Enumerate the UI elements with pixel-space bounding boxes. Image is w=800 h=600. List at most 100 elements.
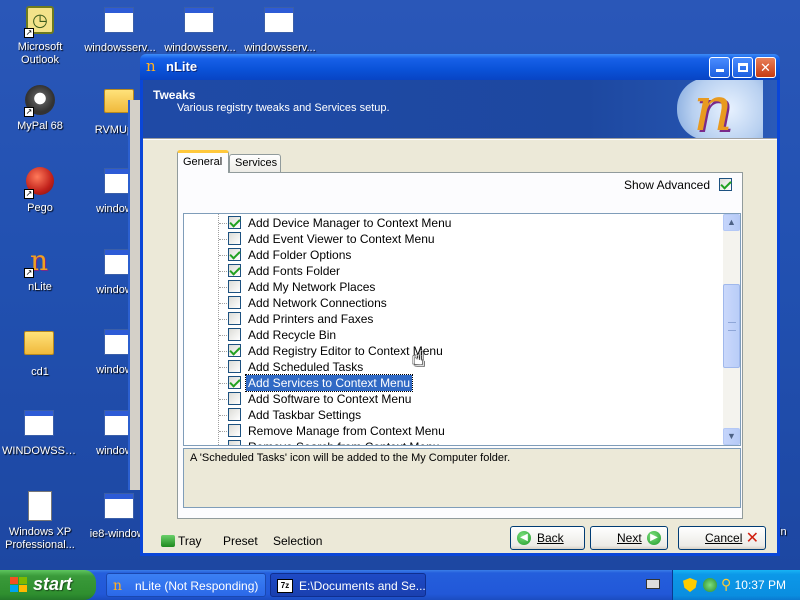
tree-item[interactable]: Add Printers and Faxes [184,311,724,327]
tree-branch-line [219,255,227,256]
checkbox-unchecked[interactable] [228,232,241,245]
back-button[interactable]: ◀ Back [510,526,585,550]
window-title: nLite [166,59,198,74]
taskbar: start n nLite (Not Responding) 7z E:\Doc… [0,570,800,600]
checkbox-unchecked[interactable] [228,408,241,421]
maximize-button[interactable] [732,57,753,78]
close-icon: ✕ [760,60,771,75]
tree-item[interactable]: Add Folder Options [184,247,724,263]
tree-item[interactable]: Add Device Manager to Context Menu [184,215,724,231]
desktop-icon-mypal[interactable]: ↗ MyPal 68 [0,84,80,133]
desktop-icon-label: nLite [28,281,52,293]
scroll-up-button[interactable]: ▲ [723,214,740,231]
next-button[interactable]: Next ▶ [590,526,668,550]
tree-item[interactable]: Add Recycle Bin [184,327,724,343]
tree-branch-line [219,303,227,304]
minimize-button[interactable] [709,57,730,78]
taskbar-item-explorer[interactable]: 7z E:\Documents and Se... [270,573,426,597]
tree-item[interactable]: Add Registry Editor to Context Menu [184,343,724,359]
title-bar[interactable]: n nLite ✕ [140,54,780,80]
checkbox-checked[interactable] [228,248,241,261]
hand-cursor-icon: ☝ [412,346,426,371]
scroll-thumb[interactable] [723,284,740,368]
back-label: Back [537,531,564,545]
checkbox-unchecked[interactable] [228,424,241,437]
page-title: Tweaks [153,88,196,102]
tree-item-label: Add My Network Places [248,280,376,294]
desktop-icon-label: cd1 [31,366,49,378]
desktop-icon-outlook[interactable]: ◷ ↗ Microsoft Outlook [0,4,80,67]
tree-item[interactable]: Add Taskbar Settings [184,407,724,423]
tree-branch-line [219,431,227,432]
desktop-icon-windowsserv-2[interactable]: windowsserv... [160,4,240,55]
tree-item[interactable]: Add Scheduled Tasks [184,359,724,375]
checkbox-checked[interactable] [228,216,241,229]
tree-item[interactable]: Remove Manage from Context Menu [184,423,724,439]
tree-item[interactable]: Add Fonts Folder [184,263,724,279]
checkbox-checked[interactable] [228,376,241,389]
windows-flag-icon [10,577,28,593]
desktop-icon-pego[interactable]: ↗ Pego [0,165,80,215]
checkbox-checked[interactable] [228,344,241,357]
cancel-button[interactable]: Cancel ✕ [678,526,766,550]
checkbox-unchecked[interactable] [228,360,241,373]
desktop-icon-label: Pego [27,202,53,214]
tree-item-label: Remove Search from Context Menu [246,439,441,445]
checkbox-unchecked[interactable] [228,328,241,341]
tree-item[interactable]: Add Software to Context Menu [184,391,724,407]
nlite-app-icon: n [146,57,156,75]
desktop-icon-nlite[interactable]: n ↗ nLite [0,246,80,294]
tree-item-label: Add Services to Context Menu [244,374,414,392]
taskbar-item-nlite[interactable]: n nLite (Not Responding) [106,573,266,597]
tree-branch-line [219,335,227,336]
tree-item[interactable]: Add My Network Places [184,279,724,295]
tree-item-label: Add Software to Context Menu [248,392,412,406]
checkbox-unchecked[interactable] [228,280,241,293]
desktop-icon-windowsserv-3[interactable]: windowsserv... [240,4,320,55]
tree-branch-line [219,271,227,272]
tab-general[interactable]: General [177,150,229,173]
clock[interactable]: 10:37 PM [735,578,786,592]
taskbar-item-label: nLite (Not Responding) [135,579,259,593]
7zip-icon: 7z [277,579,293,593]
tree-item-label: Add Taskbar Settings [248,408,362,422]
desktop-icon-windows-xp[interactable]: Windows XP Professional... [0,490,80,552]
desktop-icon-windowsserv-1[interactable]: windowsserv... [80,4,160,55]
desktop-icon-windowsse[interactable]: WINDOWSSE... [0,407,80,458]
checkbox-unchecked[interactable] [228,296,241,309]
tree-branch-line [219,383,227,384]
tree-branch-line [219,319,227,320]
tree-item-label: Remove Manage from Context Menu [248,424,445,438]
close-button[interactable]: ✕ [755,57,776,78]
tree-scrollbar[interactable]: ▲ ▼ [723,214,740,445]
checkbox-checked[interactable] [228,264,241,277]
window-icon [184,7,214,33]
window-icon [104,493,134,519]
tree-item[interactable]: Add Services to Context Menu [184,374,724,392]
checkbox-checked[interactable] [719,178,732,191]
tab-panel: Show Advanced Add Device Manager to Cont… [177,172,743,519]
checkbox-unchecked[interactable] [228,392,241,405]
tree-item[interactable]: Add Event Viewer to Context Menu [184,231,724,247]
start-button[interactable]: start [0,570,96,600]
tree-item[interactable]: Add Network Connections [184,295,724,311]
tree-branch-line [219,287,227,288]
desktop-icon-cd1[interactable]: cd1 [0,326,80,379]
search-icon[interactable]: ⚲ [721,577,735,591]
shortcut-arrow-icon: ↗ [24,28,34,38]
checkbox-unchecked[interactable] [228,312,241,325]
preset-button[interactable]: Preset [223,534,258,548]
checkbox-unchecked[interactable] [228,440,241,445]
shortcut-arrow-icon: ↗ [24,189,34,199]
tray-button[interactable]: Tray [161,534,202,548]
security-shield-icon[interactable] [683,578,697,592]
network-icon[interactable] [703,578,717,592]
nlite-task-icon: n [113,578,123,594]
keyboard-icon[interactable] [646,579,660,589]
back-arrow-icon: ◀ [517,531,531,545]
selection-button[interactable]: Selection [273,534,322,548]
tree-item-label: Add Scheduled Tasks [248,360,364,374]
scroll-down-button[interactable]: ▼ [723,428,740,445]
tree-item[interactable]: Remove Search from Context Menu [184,439,724,445]
tab-services[interactable]: Services [229,154,281,172]
